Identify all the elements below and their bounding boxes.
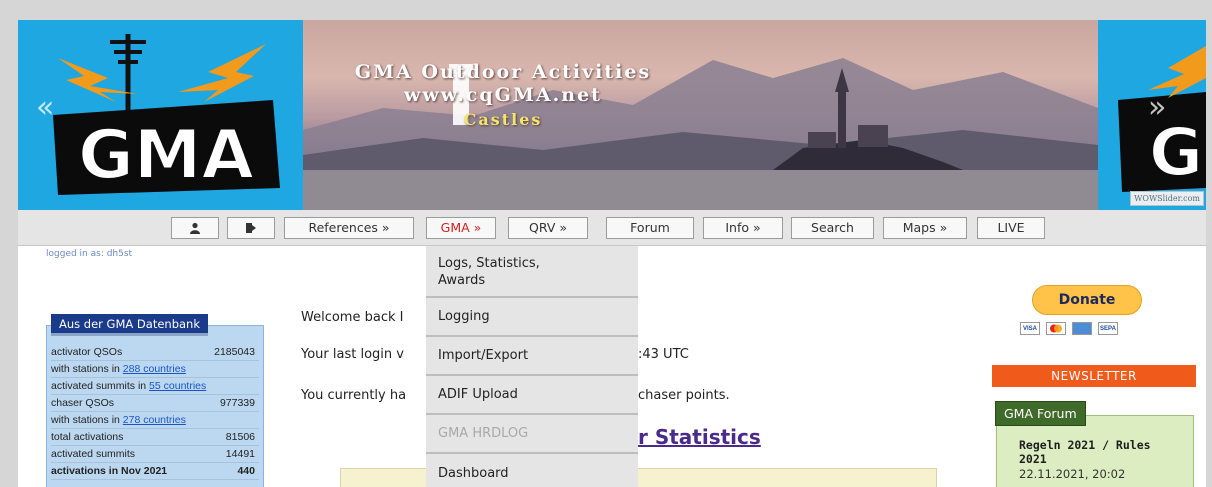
main-nav: References » GMA » QRV » Forum Info » Se… <box>18 210 1206 246</box>
logout-button[interactable] <box>227 217 275 239</box>
logo-right-text: G <box>1149 114 1203 191</box>
nav-qrv[interactable]: QRV » <box>508 217 588 239</box>
stat-label: chaser QSOs <box>51 397 115 409</box>
donate-button[interactable]: Donate <box>1032 285 1142 315</box>
logout-icon <box>246 223 256 233</box>
banner-image-castle: GMA Outdoor Activities www.cqGMA.net Cas… <box>303 20 1098 210</box>
forum-post-title[interactable]: Regeln 2021 / Rules 2021 <box>1019 438 1179 466</box>
stat-value: 2185043 <box>214 346 255 358</box>
menu-item-dashboard[interactable]: Dashboard <box>426 454 638 487</box>
stat-value: 977339 <box>219 397 255 409</box>
database-stats-box: Aus der GMA Datenbank activator QSOs 2185… <box>46 314 264 487</box>
nav-forum[interactable]: Forum <box>606 217 694 239</box>
stat-label: total activations <box>51 431 124 443</box>
stat-label: activated summits <box>51 448 136 460</box>
visa-card-icon: VISA <box>1020 322 1040 335</box>
forum-box: GMA Forum Regeln 2021 / Rules 2021 22.11… <box>995 401 1194 487</box>
slider-credit[interactable]: WOWSlider.com <box>1130 191 1204 206</box>
nav-search[interactable]: Search <box>791 217 874 239</box>
newsletter-button[interactable]: NEWSLETTER <box>992 365 1196 387</box>
slider-next-button[interactable]: » <box>1148 90 1166 125</box>
nav-live[interactable]: LIVE <box>977 217 1045 239</box>
database-stats-table: activator QSOs 2185043 with stations in 2… <box>51 344 259 480</box>
mastercard-icon <box>1046 322 1066 335</box>
gma-logo-icon: GMA <box>53 34 280 196</box>
table-row: activated summits in 55 countries <box>51 378 259 395</box>
user-icon <box>190 222 200 234</box>
header-banner: GMA « GMA Outdoor Activities www.cqGMA.n… <box>18 20 1206 210</box>
gma-logo-left: GMA « <box>18 20 303 210</box>
stat-value: 440 <box>237 465 255 477</box>
nav-references[interactable]: References » <box>284 217 414 239</box>
sepa-icon: SEPA <box>1098 322 1118 335</box>
menu-item-logging[interactable]: Logging <box>426 298 638 337</box>
forum-post-date: 22.11.2021, 20:02 <box>1019 467 1126 481</box>
menu-item-logs-statistics-awards[interactable]: Logs, Statistics, Awards <box>426 246 638 298</box>
table-row: chaser QSOs 977339 <box>51 395 259 412</box>
points-text-end: chaser points. <box>638 388 730 403</box>
forum-box-title: GMA Forum <box>995 401 1086 426</box>
stat-value: 81506 <box>225 431 255 443</box>
table-row: total activations 81506 <box>51 429 259 446</box>
countries-link[interactable]: 55 countries <box>149 380 206 392</box>
slider-prev-button[interactable]: « <box>36 90 54 125</box>
stat-label: activations in Nov 2021 <box>51 465 168 477</box>
points-text: You currently ha <box>301 388 407 403</box>
banner-title-line1: GMA Outdoor Activities <box>354 61 652 83</box>
last-login-time: :43 UTC <box>638 347 689 362</box>
payment-cards: VISA SEPA <box>1020 322 1118 336</box>
page: GMA « GMA Outdoor Activities www.cqGMA.n… <box>18 20 1206 487</box>
menu-item-adif-upload[interactable]: ADIF Upload <box>426 376 638 415</box>
stat-value: 14491 <box>225 448 255 460</box>
banner-title-line2: www.cqGMA.net <box>404 84 602 106</box>
banner-title: GMA Outdoor Activities www.cqGMA.net Cas… <box>338 60 668 134</box>
countries-link[interactable]: 278 countries <box>123 414 186 426</box>
nav-gma[interactable]: GMA » <box>426 217 496 239</box>
countries-link[interactable]: 288 countries <box>123 363 186 375</box>
stat-label: with stations in <box>51 414 123 426</box>
table-row: activations in Nov 2021 440 <box>51 463 259 480</box>
statistics-heading[interactable]: r Statistics <box>638 425 761 449</box>
welcome-text: Welcome back I <box>301 310 404 325</box>
menu-item-import-export[interactable]: Import/Export <box>426 337 638 376</box>
nav-maps[interactable]: Maps » <box>883 217 967 239</box>
table-row: activator QSOs 2185043 <box>51 344 259 361</box>
gma-logo-right: G » WOWSlider.com <box>1098 20 1206 210</box>
banner-title-line3: Castles <box>463 110 543 129</box>
table-row: with stations in 288 countries <box>51 361 259 378</box>
amex-card-icon <box>1072 322 1092 335</box>
stat-label: activator QSOs <box>51 346 123 358</box>
table-row: activated summits 14491 <box>51 446 259 463</box>
stat-label: activated summits in <box>51 380 150 392</box>
stat-label: with stations in <box>51 363 123 375</box>
menu-item-gma-hrdlog: GMA HRDLOG <box>426 415 638 454</box>
table-row: with stations in 278 countries <box>51 412 259 429</box>
logo-left-text: GMA <box>78 116 254 195</box>
nav-info[interactable]: Info » <box>703 217 783 239</box>
logged-in-status: logged in as: dh5st <box>46 249 133 259</box>
database-stats-title: Aus der GMA Datenbank <box>51 314 208 336</box>
last-login-text: Your last login v <box>301 347 404 362</box>
gma-dropdown-menu: Logs, Statistics, Awards Logging Import/… <box>426 246 638 487</box>
user-profile-button[interactable] <box>171 217 219 239</box>
